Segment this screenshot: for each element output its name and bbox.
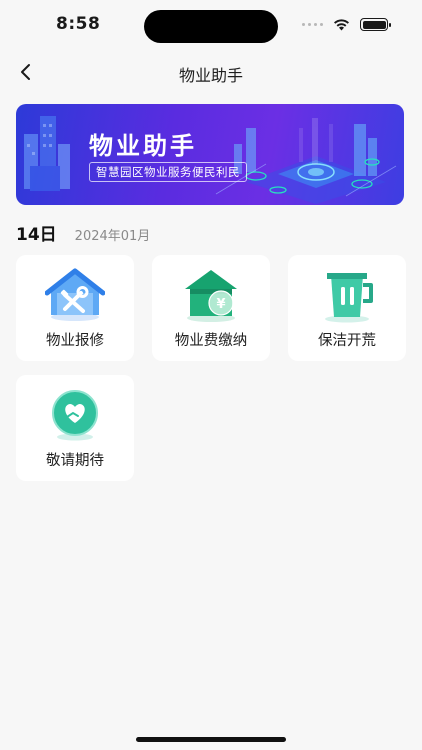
home-indicator[interactable] <box>136 737 286 742</box>
date-row: 14日 2024年01月 <box>16 220 150 245</box>
page-title: 物业助手 <box>178 66 243 85</box>
service-label: 保洁开荒 <box>318 333 376 349</box>
cleaning-bucket-icon <box>325 273 373 323</box>
screen: 8:58 物业助手 物业助手 智慧园区物业服务便民利民 14日 2024年01月… <box>0 0 422 750</box>
dynamic-island <box>144 10 278 43</box>
banner-title: 物业助手 <box>89 132 197 160</box>
service-card-coming-soon[interactable]: 敬请期待 <box>16 375 134 481</box>
status-time: 8:58 <box>56 14 101 34</box>
wifi-icon <box>334 19 349 31</box>
banner[interactable]: 物业助手 智慧园区物业服务便民利民 <box>16 104 404 205</box>
service-card-fee[interactable]: ¥ 物业费缴纳 <box>152 255 270 361</box>
svg-text:¥: ¥ <box>216 297 225 312</box>
signal-icon <box>302 23 323 26</box>
date-day: 14日 <box>16 225 57 245</box>
service-card-cleaning[interactable]: 保洁开荒 <box>288 255 406 361</box>
nav-bar: 物业助手 <box>0 52 422 92</box>
banner-illustration <box>24 116 397 204</box>
status-icons <box>302 18 391 31</box>
battery-icon <box>360 18 391 31</box>
fee-payment-house-icon: ¥ <box>185 270 237 322</box>
service-card-repair[interactable]: 物业报修 <box>16 255 134 361</box>
repair-house-icon <box>45 268 105 321</box>
service-label: 物业报修 <box>46 333 104 349</box>
service-label: 敬请期待 <box>46 453 104 469</box>
date-month: 2024年01月 <box>74 229 151 244</box>
heart-hand-icon <box>52 390 98 441</box>
status-bar: 8:58 <box>0 0 422 52</box>
service-label: 物业费缴纳 <box>174 333 248 349</box>
banner-subtitle: 智慧园区物业服务便民利民 <box>89 162 247 182</box>
